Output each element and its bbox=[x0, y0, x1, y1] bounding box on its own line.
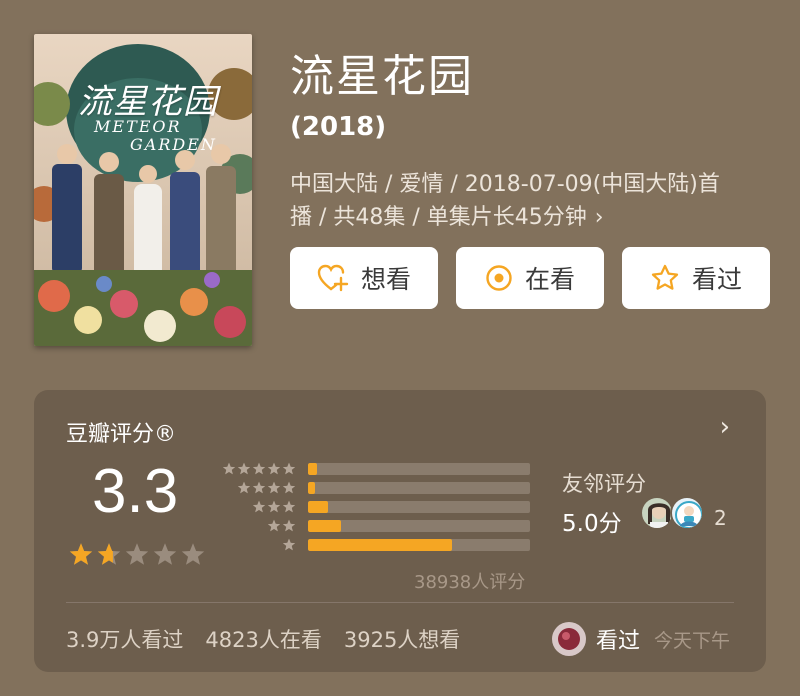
small-star-icon bbox=[282, 481, 296, 494]
user-status[interactable]: 看过 今天下午 bbox=[552, 622, 730, 656]
small-star-icon bbox=[282, 462, 296, 475]
poster-image[interactable]: 流星花园 METEOR GARDEN bbox=[34, 34, 252, 346]
want-to-watch-button[interactable]: 想看 bbox=[290, 247, 438, 309]
friend-avatar[interactable] bbox=[670, 496, 704, 530]
rating-stars bbox=[68, 542, 206, 568]
distribution-stars bbox=[220, 481, 296, 495]
rating-star-icon bbox=[97, 543, 121, 565]
action-buttons: 想看 在看 看过 bbox=[290, 247, 770, 309]
distribution-bar bbox=[308, 482, 530, 494]
watched-count[interactable]: 3.9万人看过 bbox=[66, 624, 183, 654]
distribution-bar bbox=[308, 539, 530, 551]
small-star-icon bbox=[222, 462, 236, 475]
friends-rating-score: 5.0分 bbox=[562, 511, 622, 537]
poster-subtitle: METEOR GARDEN bbox=[94, 118, 217, 154]
friends-count: 2 bbox=[714, 506, 727, 530]
movie-meta[interactable]: 中国大陆 / 爱情 / 2018-07-09(中国大陆)首 播 / 共48集 /… bbox=[290, 168, 760, 234]
poster-subtitle-line1: METEOR bbox=[94, 117, 182, 136]
distribution-stars bbox=[220, 538, 296, 552]
meta-line-2: 播 / 共48集 / 单集片长45分钟 bbox=[290, 205, 587, 230]
douban-rating-title: 豆瓣评分® bbox=[66, 422, 177, 447]
target-circle-icon bbox=[486, 265, 512, 291]
watched-label: 看过 bbox=[691, 265, 742, 294]
distribution-bar bbox=[308, 520, 530, 532]
user-status-time: 今天下午 bbox=[654, 629, 731, 652]
small-star-icon bbox=[282, 538, 296, 551]
poster-subtitle-line2: GARDEN bbox=[130, 135, 217, 154]
distribution-stars bbox=[220, 500, 296, 514]
user-status-label: 看过 bbox=[596, 629, 641, 654]
watched-button[interactable]: 看过 bbox=[622, 247, 770, 309]
poster-title: 流星花园 bbox=[78, 82, 218, 122]
distribution-bar-fill bbox=[308, 482, 315, 494]
small-star-icon bbox=[267, 481, 281, 494]
meta-line-1: 中国大陆 / 爱情 / 2018-07-09(中国大陆)首 bbox=[290, 172, 720, 197]
user-avatar bbox=[552, 622, 586, 656]
small-star-icon bbox=[237, 462, 251, 475]
friends-rating-label: 友邻评分 bbox=[562, 472, 646, 496]
distribution-bar-fill bbox=[308, 539, 453, 551]
rating-count[interactable]: 38938人评分 bbox=[414, 568, 525, 594]
friend-avatar-image bbox=[672, 498, 702, 528]
distribution-row bbox=[220, 460, 530, 478]
small-star-icon bbox=[267, 519, 281, 532]
rating-star-icon bbox=[125, 543, 149, 565]
rating-score: 3.3 bbox=[92, 457, 179, 526]
movie-year: (2018) bbox=[290, 112, 387, 142]
small-star-icon bbox=[282, 519, 296, 532]
chevron-right-icon: › bbox=[594, 205, 604, 230]
star-outline-icon bbox=[651, 264, 679, 290]
rating-distribution bbox=[220, 460, 530, 555]
small-star-icon bbox=[252, 462, 266, 475]
want-to-watch-label: 想看 bbox=[360, 265, 411, 294]
friend-avatar[interactable] bbox=[640, 496, 674, 530]
small-star-icon bbox=[267, 462, 281, 475]
meta-line-2-wrap: 播 / 共48集 / 单集片长45分钟 › bbox=[290, 201, 760, 234]
distribution-row bbox=[220, 479, 530, 497]
small-star-icon bbox=[282, 500, 296, 513]
distribution-bar bbox=[308, 501, 530, 513]
rating-star-icon bbox=[181, 543, 205, 565]
rating-star-icon bbox=[153, 543, 177, 565]
distribution-bar-fill bbox=[308, 463, 317, 475]
small-star-icon bbox=[252, 500, 266, 513]
distribution-row bbox=[220, 498, 530, 516]
small-star-icon bbox=[267, 500, 281, 513]
rating-panel[interactable]: 豆瓣评分® › 3.3 38938人评分 友邻评分 5.0分 2 3.9万人看过… bbox=[34, 390, 766, 672]
distribution-stars bbox=[220, 462, 296, 476]
chevron-right-icon[interactable]: › bbox=[720, 412, 730, 442]
distribution-row bbox=[220, 536, 530, 554]
divider bbox=[66, 602, 734, 603]
user-avatar-image bbox=[552, 622, 586, 656]
movie-title: 流星花园 bbox=[290, 51, 474, 102]
rating-star-icon bbox=[69, 543, 93, 565]
distribution-row bbox=[220, 517, 530, 535]
small-star-icon bbox=[252, 481, 266, 494]
watching-button[interactable]: 在看 bbox=[456, 247, 604, 309]
watching-count[interactable]: 4823人在看 bbox=[205, 624, 321, 654]
watching-label: 在看 bbox=[524, 265, 575, 294]
small-star-icon bbox=[237, 481, 251, 494]
heart-plus-icon bbox=[317, 264, 349, 292]
want-count[interactable]: 3925人想看 bbox=[344, 624, 460, 654]
watch-stats: 3.9万人看过 4823人在看 3925人想看 bbox=[66, 624, 460, 654]
distribution-bar-fill bbox=[308, 520, 342, 532]
distribution-stars bbox=[220, 519, 296, 533]
distribution-bar-fill bbox=[308, 501, 328, 513]
distribution-bar bbox=[308, 463, 530, 475]
